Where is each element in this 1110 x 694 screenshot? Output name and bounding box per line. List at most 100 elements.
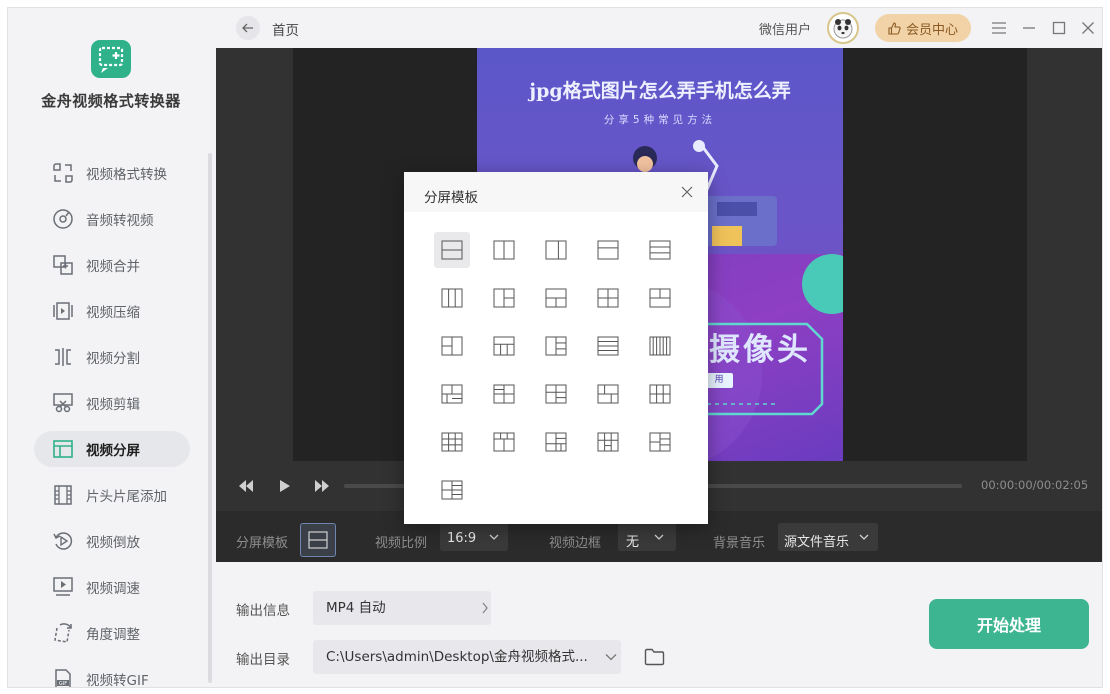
split-template-option[interactable] <box>486 232 522 268</box>
sidebar-item[interactable]: 视频压缩 <box>34 293 190 329</box>
split-template-option[interactable] <box>434 280 470 316</box>
split-template-option[interactable] <box>434 232 470 268</box>
split-template-option[interactable] <box>486 328 522 364</box>
output-dir-value: C:\Users\admin\Desktop\金舟视频格式... <box>326 649 588 665</box>
chevron-down-icon <box>489 534 499 540</box>
poster-title: jpg格式图片怎么弄手机怎么弄 <box>529 80 791 102</box>
sidebar-item-label: 视频合并 <box>86 259 140 275</box>
sidebar-item[interactable]: 视频分屏 <box>34 431 190 467</box>
layout-template-icon <box>649 288 671 308</box>
sidebar-item[interactable]: 视频分割 <box>34 339 190 375</box>
layout-template-icon <box>493 288 515 308</box>
layout-template-icon <box>441 336 463 356</box>
border-label: 视频边框 <box>549 536 602 551</box>
sidebar-item[interactable]: 视频倒放 <box>34 523 190 559</box>
split-template-option[interactable] <box>538 280 574 316</box>
split-template-option[interactable] <box>434 328 470 364</box>
scissors-icon <box>53 393 73 413</box>
split-template-option[interactable] <box>590 280 626 316</box>
sidebar-item-label: 角度调整 <box>86 627 140 643</box>
split-template-option[interactable] <box>434 472 470 508</box>
music-label: 背景音乐 <box>713 536 766 551</box>
back-arrow-icon <box>242 23 253 33</box>
split-template-option[interactable] <box>486 424 522 460</box>
back-button[interactable] <box>236 16 260 40</box>
split-icon <box>55 348 71 366</box>
thumb-up-icon <box>888 21 901 35</box>
split-template-option[interactable] <box>538 232 574 268</box>
format-convert-icon <box>53 163 73 183</box>
sidebar-scrollbar[interactable] <box>208 153 212 683</box>
layout-template-icon <box>597 336 619 356</box>
split-template-option[interactable] <box>590 232 626 268</box>
split-template-option[interactable] <box>486 376 522 412</box>
app-name: 金舟视频格式转换器 <box>41 92 181 110</box>
breadcrumb[interactable]: 首页 <box>272 19 299 39</box>
maximize-icon[interactable] <box>1049 18 1069 38</box>
folder-icon[interactable] <box>644 648 665 666</box>
sidebar-item[interactable]: 片头片尾添加 <box>34 477 190 513</box>
split-template-option[interactable] <box>642 376 678 412</box>
layout-template-button[interactable] <box>300 523 336 557</box>
split-template-option[interactable] <box>642 280 678 316</box>
dialog-title: 分屏模板 <box>424 190 478 206</box>
start-process-button[interactable]: 开始处理 <box>929 599 1089 649</box>
split-template-option[interactable] <box>538 328 574 364</box>
poster-tag: 用 <box>705 373 733 388</box>
output-panel: 输出信息 MP4 自动 输出目录 C:\Users\admin\Desktop\… <box>216 562 1102 687</box>
layout-template-icon <box>441 480 463 500</box>
dialog-close-icon[interactable] <box>680 185 694 199</box>
avatar[interactable] <box>827 12 859 44</box>
split-template-option[interactable] <box>642 232 678 268</box>
music-value: 源文件音乐 <box>784 535 850 550</box>
sidebar-item[interactable]: 音频转视频 <box>34 201 190 237</box>
output-info-select[interactable]: MP4 自动 <box>313 591 491 625</box>
audio-disc-icon <box>53 209 73 229</box>
menu-icon[interactable] <box>989 18 1009 38</box>
play-icon[interactable] <box>277 479 293 493</box>
user-name[interactable]: 微信用户 <box>759 19 811 38</box>
output-dir-field[interactable]: C:\Users\admin\Desktop\金舟视频格式... <box>313 640 621 674</box>
layout-template-icon <box>545 288 567 308</box>
layout-template-icon <box>649 336 671 356</box>
minimize-icon[interactable] <box>1019 18 1039 38</box>
output-info-label: 输出信息 <box>236 603 290 619</box>
sidebar-item[interactable]: 视频剪辑 <box>34 385 190 421</box>
split-template-option[interactable] <box>642 328 678 364</box>
layout-template-icon <box>493 336 515 356</box>
split-template-option[interactable] <box>642 424 678 460</box>
poster-big-text: 摄像头 <box>709 332 811 368</box>
layout-template-icon <box>545 432 567 452</box>
sidebar-item-label: 视频压缩 <box>86 305 140 321</box>
sidebar: 金舟视频格式转换器 视频格式转换 音频转视频视频合并视频压缩视频分割视频剪辑视频分… <box>8 8 216 687</box>
vip-center-label: 会员中心 <box>905 22 958 38</box>
split-template-option[interactable] <box>590 424 626 460</box>
split-template-option[interactable] <box>538 424 574 460</box>
layout-template-icon <box>493 432 515 452</box>
sidebar-item[interactable]: 角度调整 <box>34 615 190 651</box>
layout-template-icon <box>545 384 567 404</box>
layout-template-icon <box>441 288 463 308</box>
sidebar-item[interactable]: 视频合并 <box>34 247 190 283</box>
layout-template-icon <box>493 384 515 404</box>
sidebar-item[interactable]: GIF 视频转GIF <box>34 661 190 687</box>
sidebar-item[interactable]: 视频格式转换 <box>34 155 190 191</box>
split-template-option[interactable] <box>486 280 522 316</box>
rewind-icon[interactable] <box>238 479 254 493</box>
sidebar-item-label: 片头片尾添加 <box>86 489 167 505</box>
split-template-option[interactable] <box>538 376 574 412</box>
rotate-icon <box>54 623 72 643</box>
chevron-down-icon[interactable] <box>605 653 617 661</box>
dialog-header: 分屏模板 <box>404 172 708 212</box>
vip-center-button[interactable]: 会员中心 <box>875 14 971 42</box>
split-template-option[interactable] <box>434 376 470 412</box>
fast-forward-icon[interactable] <box>314 479 330 493</box>
close-icon[interactable] <box>1078 18 1098 38</box>
sidebar-item[interactable]: 视频调速 <box>34 569 190 605</box>
split-template-option[interactable] <box>590 328 626 364</box>
output-dir-label: 输出目录 <box>236 652 290 668</box>
split-template-option[interactable] <box>590 376 626 412</box>
split-template-option[interactable] <box>434 424 470 460</box>
sidebar-item-label: 视频倒放 <box>86 535 140 551</box>
layout-template-icon <box>649 432 671 452</box>
